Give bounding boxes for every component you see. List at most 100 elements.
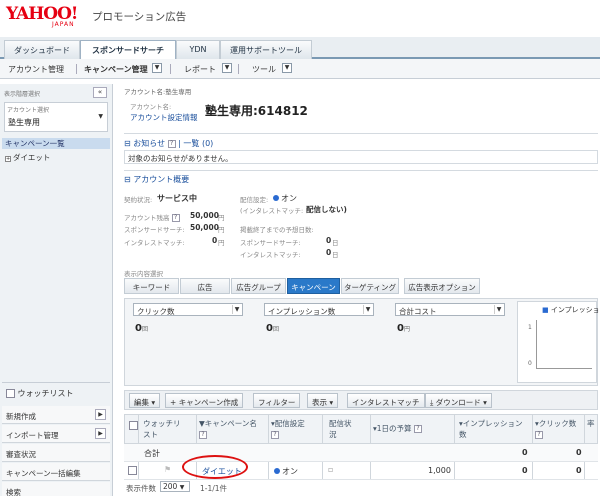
watchlist-checkbox[interactable]	[6, 389, 15, 398]
account-breadcrumb: アカウント名:塾生専用	[124, 88, 192, 96]
import-mgmt-button[interactable]: インポート管理 ▶	[2, 425, 110, 443]
graph-panel: クリック数 ▼ インプレッション数 ▼ 合計コスト ▼ 0回 0回 0円 ■ インプレ…	[124, 298, 600, 386]
im-label: インタレストマッチ:	[124, 239, 185, 247]
tab-ad[interactable]: 広告	[180, 278, 230, 294]
display-select-label: 表示内容選択	[124, 270, 163, 278]
day-unit: 日	[332, 239, 339, 247]
nav-tools[interactable]: ツール	[252, 64, 276, 75]
tree-item-campaign-list[interactable]: キャンペーン一覧	[2, 138, 110, 149]
col-daily-budget[interactable]: ▾1日の予算 ?	[373, 423, 422, 434]
download-button[interactable]: ⤓ ダウンロード ▾	[425, 393, 492, 408]
mini-chart: ■ インプレッショ 1 0	[517, 301, 600, 383]
create-campaign-button[interactable]: + キャンペーン作成	[165, 393, 244, 408]
chevron-down-icon[interactable]: ▼	[152, 63, 162, 73]
watchlist-toggle[interactable]: ウォッチリスト	[6, 388, 74, 399]
tab-campaign[interactable]: キャンペーン	[287, 278, 340, 294]
yen-unit: 円	[218, 239, 225, 247]
im-value: 0	[212, 236, 218, 245]
help-icon[interactable]: ?	[171, 214, 180, 222]
notice-list-link[interactable]: 一覧 (0)	[183, 139, 213, 148]
tab-ad-extensions[interactable]: 広告表示オプション	[404, 278, 480, 294]
account-name-label: アカウント名:	[130, 103, 172, 111]
account-settings-link[interactable]: アカウント設定情報	[130, 112, 198, 123]
chevron-right-icon: ▶	[95, 409, 106, 420]
download-icon: ⤓	[430, 398, 434, 407]
bulk-edit-button[interactable]: キャンペーン一括編集	[2, 463, 110, 481]
notice-title: お知らせ	[133, 139, 166, 148]
status-icon: ▫	[328, 465, 334, 474]
display-level-label: 表示階層選択	[4, 91, 41, 98]
watchlist-label: ウォッチリスト	[17, 389, 74, 398]
chevron-down-icon: ▼	[232, 305, 241, 314]
highlight-circle	[182, 455, 248, 479]
review-status-label: 審査状況	[6, 450, 36, 459]
account-select-label: アカウント選択	[7, 107, 50, 114]
table-toolbar: 編集 ▾ + キャンペーン作成 フィルター 表示 ▾ インタレストマッチ ⤓ ダ…	[124, 390, 598, 410]
col-delivery-status[interactable]: 配信状況	[329, 418, 357, 440]
help-icon[interactable]: ?	[199, 431, 207, 439]
mini-chart-legend: ■ インプレッショ	[542, 306, 600, 314]
help-icon[interactable]: ?	[167, 139, 176, 148]
axis-tick-top: 1	[528, 324, 532, 331]
col-campaign-name[interactable]: ▼キャンペーン名 ?	[199, 418, 257, 440]
help-icon[interactable]: ?	[271, 431, 279, 439]
yahoo-logo-sub: JAPAN	[52, 21, 75, 28]
row-budget[interactable]: 1,000	[428, 466, 451, 475]
nav-campaign-mgmt[interactable]: キャンペーン管理	[84, 64, 148, 75]
col-impressions[interactable]: ▾インプレッション数	[459, 418, 529, 440]
col-watchlist[interactable]: ウォッチリスト	[143, 418, 181, 440]
col-delivery-setting[interactable]: ▾配信設定 ?	[271, 418, 309, 440]
metric-select-1[interactable]: クリック数 ▼	[133, 303, 243, 316]
tab-dashboard[interactable]: ダッシュボード	[4, 40, 80, 59]
tab-support-tools[interactable]: 運用サポートツール	[220, 40, 312, 59]
new-create-button[interactable]: 新規作成 ▶	[2, 406, 110, 424]
row-checkbox[interactable]	[128, 466, 137, 475]
chevron-down-icon: ▼	[363, 305, 372, 314]
new-create-label: 新規作成	[6, 412, 36, 421]
account-select[interactable]: アカウント選択 塾生専用 ▼	[4, 102, 108, 132]
chevron-down-icon: ▼	[494, 305, 503, 314]
collapse-icon[interactable]: «	[93, 87, 107, 98]
chevron-down-icon[interactable]: ▼	[282, 63, 292, 73]
delivery-label: 配信設定:	[240, 196, 269, 204]
select-all-checkbox[interactable]	[129, 421, 138, 430]
metric-select-3[interactable]: 合計コスト ▼	[395, 303, 505, 316]
notice-header[interactable]: ⊟ お知らせ ? | 一覧 (0)	[124, 138, 213, 149]
end-ss-label: スポンサードサーチ:	[240, 239, 301, 247]
tab-sponsored-search[interactable]: スポンサードサーチ	[80, 40, 176, 61]
chevron-down-icon[interactable]: ▼	[222, 63, 232, 73]
search-button[interactable]: 検索	[2, 482, 110, 496]
filter-button[interactable]: フィルター	[253, 393, 301, 408]
col-clicks[interactable]: ▾クリック数 ?	[535, 418, 581, 440]
delivery-value: オン	[273, 193, 297, 204]
tab-adgroup[interactable]: 広告グループ	[231, 278, 286, 294]
metric-select-1-value: クリック数	[137, 307, 175, 316]
edit-button[interactable]: 編集 ▾	[129, 393, 161, 408]
tab-keyword[interactable]: キーワード	[124, 278, 179, 294]
nav-account-mgmt[interactable]: アカウント管理	[8, 64, 64, 75]
overview-header[interactable]: ⊟ アカウント概要	[124, 174, 189, 185]
row-delivery-setting[interactable]: オン	[274, 466, 298, 477]
notice-message: 対象のお知らせがありません。	[128, 154, 233, 163]
tab-ydn[interactable]: YDN	[176, 40, 220, 59]
page-size-select[interactable]: 200 ▼	[160, 481, 190, 492]
review-status-button[interactable]: 審査状況	[2, 444, 110, 462]
row-clicks: 0	[576, 466, 582, 475]
plus-icon: +	[170, 398, 177, 407]
nav-report[interactable]: レポート	[184, 64, 216, 75]
col-ctr[interactable]: 率	[587, 418, 595, 429]
help-icon[interactable]: ?	[535, 431, 543, 439]
contract-label: 契約状況:	[124, 196, 153, 204]
display-button[interactable]: 表示 ▾	[307, 393, 339, 408]
chevron-right-icon: ▶	[95, 428, 106, 439]
tab-targeting[interactable]: ターゲティング	[341, 278, 399, 294]
interest-match-button[interactable]: インタレストマッチ	[347, 393, 425, 408]
budget-label: アカウント残高 ?	[124, 212, 180, 222]
help-icon[interactable]: ?	[413, 425, 422, 433]
tree-item-diet[interactable]: + ダイエット	[2, 152, 110, 163]
expand-icon[interactable]: +	[5, 156, 11, 162]
watch-flag-icon[interactable]: ⚑	[164, 465, 171, 474]
sponsored-value: 50,000	[190, 223, 219, 232]
metric-select-2[interactable]: インプレッション数 ▼	[264, 303, 374, 316]
pager-count-label: 表示件数	[126, 484, 156, 493]
